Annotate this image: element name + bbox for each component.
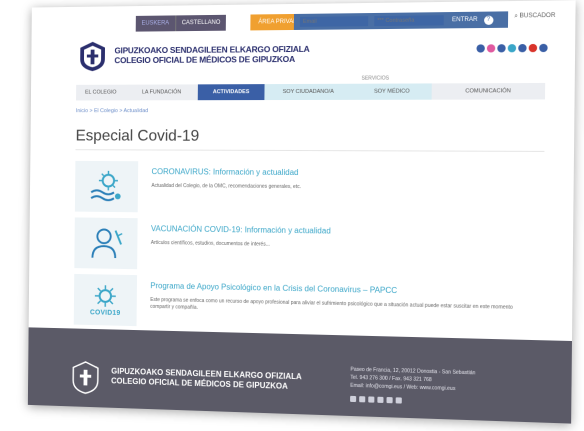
org-name: GIPUZKOAKO SENDAGILEEN ELKARGO OFIZIALA … [114, 44, 309, 65]
search-icon: ⌕ [514, 13, 518, 20]
youtube-icon[interactable] [528, 43, 538, 53]
covid19-label: COVID19 [89, 308, 121, 317]
flickr-icon[interactable] [359, 396, 366, 403]
breadcrumb[interactable]: Inicio > El Colegio > Actualidad [76, 108, 148, 114]
linkedin-icon[interactable] [518, 44, 527, 53]
flickr-icon[interactable] [486, 44, 496, 53]
language-switcher: EUSKERA CASTELLANO [135, 14, 227, 32]
item-title-link[interactable]: Programa de Apoyo Psicológico en la Cris… [150, 281, 397, 295]
nav-el-colegio[interactable]: EL COLEGIO [76, 84, 126, 101]
virus-icon [87, 169, 125, 205]
nav-actividades[interactable]: ACTIVIDADES [197, 84, 265, 101]
org-name-spanish: COLEGIO OFICIAL DE MÉDICOS DE GIPUZKOA [114, 53, 296, 66]
page-title: Especial Covid-19 [75, 127, 200, 145]
covid19-icon [93, 284, 118, 308]
item-description: Artículos científicos, estudios, documen… [150, 239, 270, 248]
social-links [476, 43, 548, 53]
twitter-icon[interactable] [377, 396, 384, 403]
item-thumbnail[interactable] [74, 160, 139, 213]
whatsapp-icon[interactable] [395, 397, 402, 404]
list-item[interactable]: VACUNACIÓN COVID-19: Información y actua… [74, 217, 543, 276]
title-divider [75, 149, 545, 152]
search-label: BUSCADOR [519, 12, 556, 20]
footer-org-name: GIPUZKOAKO SENDAGILEEN ELKARGO OFIZIALA … [111, 367, 302, 393]
instagram-icon[interactable] [350, 395, 357, 403]
facebook-icon[interactable] [368, 396, 375, 403]
footer-social-links [350, 395, 402, 404]
item-title-link[interactable]: CORONAVIRUS: Información y actualidad [152, 167, 299, 177]
list-item[interactable]: COVID19 Programa de Apoyo Psicológico en… [73, 273, 543, 336]
services-label: SERVICIOS [361, 75, 390, 82]
footer-contact: Paseo de Francia, 12, 20012 Donostia - S… [350, 366, 475, 394]
item-title-link[interactable]: VACUNACIÓN COVID-19: Información y actua… [151, 224, 331, 235]
question-icon[interactable]: ? [483, 15, 494, 25]
password-input[interactable] [374, 15, 444, 27]
enter-button[interactable]: ENTRAR [452, 17, 478, 23]
lang-euskera-link[interactable]: EUSKERA [135, 15, 176, 32]
twitter-icon[interactable] [507, 44, 517, 53]
page-card: EUSKERA CASTELLANO ÁREA PRIVADA ENTRAR ?… [27, 0, 576, 424]
main-nav: EL COLEGIO LA FUNDACIÓN ACTIVIDADES SOY … [76, 82, 546, 101]
instagram-icon[interactable] [476, 44, 485, 53]
login-bar: ENTRAR ? [293, 11, 509, 30]
item-description: Actualidad del Colegio, de la OMC, recom… [151, 182, 302, 191]
item-thumbnail[interactable]: COVID19 [73, 273, 138, 327]
youtube-icon[interactable] [386, 397, 393, 404]
doctor-icon [87, 224, 125, 262]
nav-la-fundacion[interactable]: LA FUNDACIÓN [125, 84, 198, 101]
facebook-icon[interactable] [497, 44, 506, 53]
nav-soy-medico[interactable]: SOY MÉDICO [352, 83, 432, 100]
email-input[interactable] [299, 16, 369, 27]
top-bar: EUSKERA CASTELLANO ÁREA PRIVADA ENTRAR ?… [32, 11, 576, 33]
search-link[interactable]: ⌕ BUSCADOR [514, 13, 555, 21]
nav-soy-ciudadano[interactable]: SOY CIUDADANO/A [264, 83, 353, 101]
whatsapp-icon[interactable] [539, 43, 548, 53]
item-thumbnail[interactable] [74, 217, 138, 270]
college-crest-logo[interactable] [76, 40, 109, 73]
footer-crest-logo [69, 360, 102, 396]
item-description: Este programa se enfoca como un recurso … [150, 296, 513, 311]
lang-castellano-link[interactable]: CASTELLANO [174, 14, 227, 32]
footer: GIPUZKOAKO SENDAGILEEN ELKARGO OFIZIALA … [27, 327, 572, 424]
list-item[interactable]: CORONAVIRUS: Información y actualidad Ac… [74, 160, 544, 217]
nav-comunicacion[interactable]: COMUNICACIÓN [431, 82, 546, 100]
